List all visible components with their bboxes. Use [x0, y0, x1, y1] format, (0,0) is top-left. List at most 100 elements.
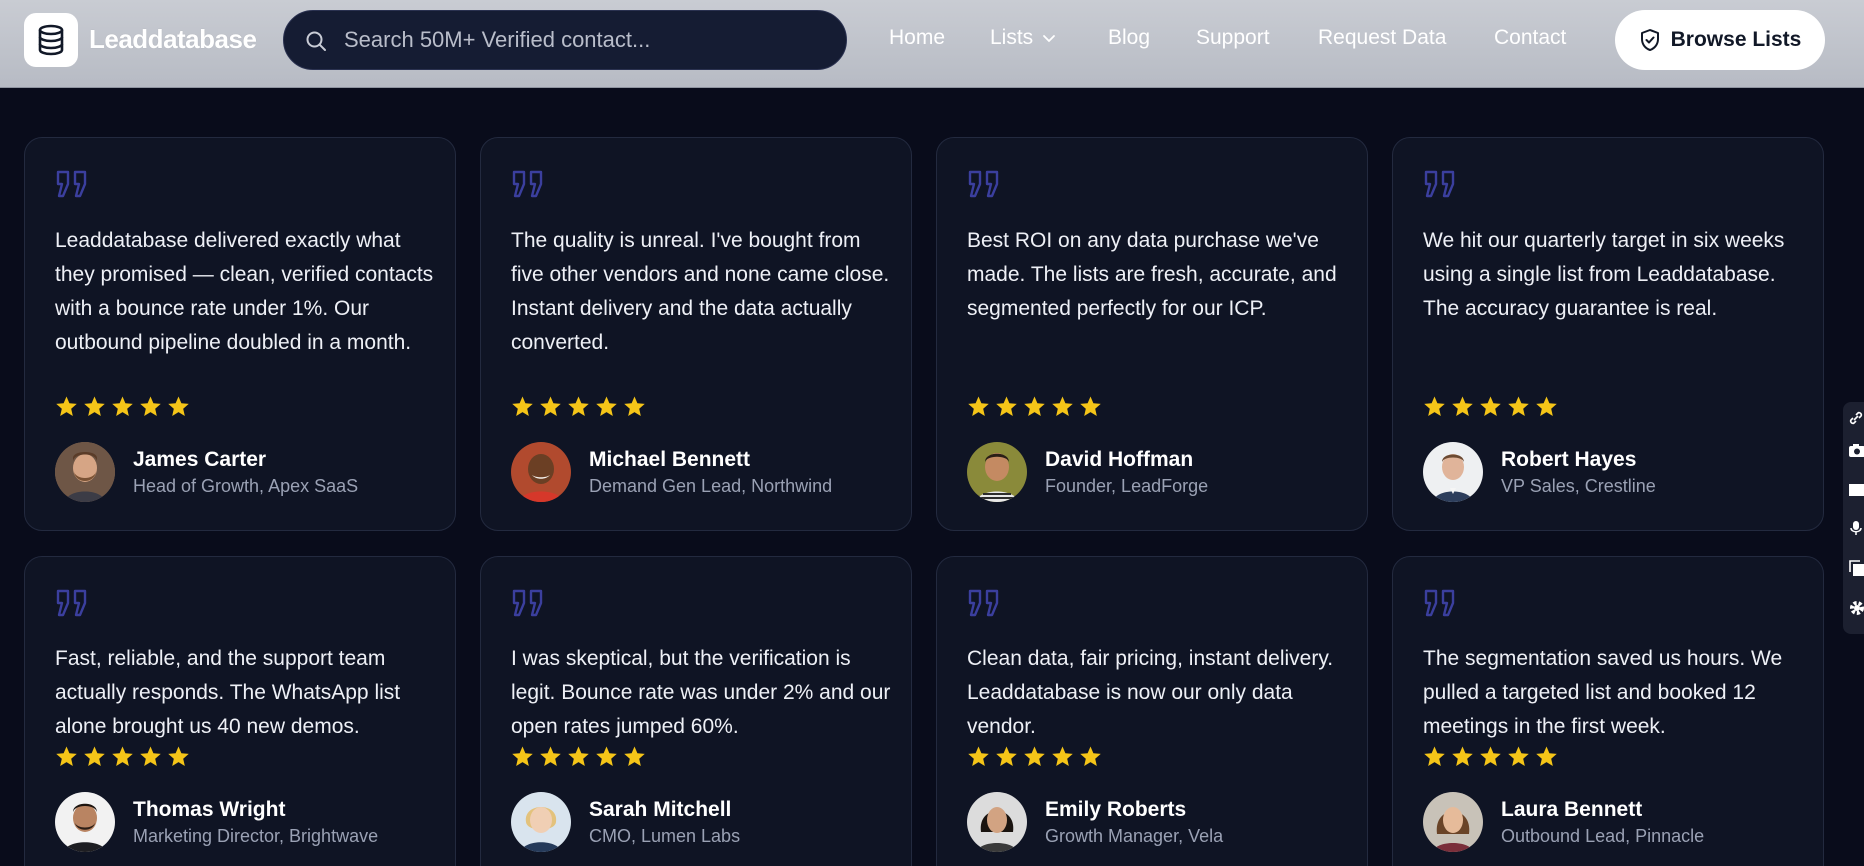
star-icon: [1052, 396, 1073, 416]
nav-support[interactable]: Support: [1196, 26, 1270, 50]
rating-stars: [967, 395, 1102, 418]
person-role: Head of Growth, Apex SaaS: [133, 476, 359, 496]
avatar: [1423, 442, 1483, 502]
person-role: VP Sales, Crestline: [1501, 476, 1656, 496]
star-icon: [540, 396, 561, 416]
search-bar[interactable]: [283, 10, 847, 70]
quote-icon: [1424, 170, 1455, 198]
quote-icon: [56, 589, 87, 617]
nav-request-data[interactable]: Request Data: [1318, 26, 1446, 50]
rating-stars: [1423, 745, 1558, 768]
person-role: Founder, LeadForge: [1045, 476, 1209, 496]
quote-icon: [1424, 589, 1455, 617]
star-icon: [112, 746, 133, 766]
person-name: Thomas Wright: [133, 798, 286, 821]
star-icon: [168, 396, 189, 416]
testimonial-card: Clean data, fair pricing, instant delive…: [936, 556, 1368, 866]
testimonial-text: Fast, reliable, and the support team act…: [55, 647, 401, 738]
star-icon: [1480, 396, 1501, 416]
testimonial-text: Best ROI on any data purchase we've made…: [967, 229, 1337, 320]
testimonial-text: I was skeptical, but the verification is…: [511, 647, 891, 738]
testimonial-card: Fast, reliable, and the support team act…: [24, 556, 456, 866]
person-name: James Carter: [133, 448, 267, 471]
person-name: Emily Roberts: [1045, 798, 1187, 821]
star-icon: [1536, 396, 1557, 416]
star-icon: [996, 396, 1017, 416]
star-icon: [84, 396, 105, 416]
testimonial-card: Best ROI on any data purchase we've made…: [936, 137, 1368, 531]
person-name: Robert Hayes: [1501, 448, 1637, 471]
testimonial-text: We hit our quarterly target in six weeks…: [1423, 229, 1785, 320]
nav-lists-label: Lists: [990, 26, 1034, 49]
quote-icon: [56, 170, 87, 198]
star-icon: [1452, 746, 1473, 766]
search-input[interactable]: [344, 11, 824, 69]
star-icon: [1508, 396, 1529, 416]
star-icon: [140, 396, 161, 416]
testimonial-text: The quality is unreal. I've bought from …: [511, 229, 890, 354]
search-icon: [306, 31, 326, 51]
quote-icon: [512, 589, 543, 617]
star-icon: [1080, 746, 1101, 766]
side-toolbar: [1843, 402, 1864, 634]
logo-text[interactable]: Leaddatabase: [89, 24, 257, 55]
logo-icon[interactable]: [24, 13, 78, 67]
avatar: [511, 792, 571, 852]
person-name: Michael Bennett: [589, 448, 751, 471]
star-icon: [624, 396, 645, 416]
star-icon: [168, 746, 189, 766]
screen-record-icon[interactable]: [1848, 482, 1864, 498]
testimonial-card: I was skeptical, but the verification is…: [480, 556, 912, 866]
shield-icon: [1640, 29, 1659, 51]
rating-stars: [55, 395, 190, 418]
avatar: [55, 792, 115, 852]
testimonial-card: The quality is unreal. I've bought from …: [480, 137, 912, 531]
star-icon: [996, 746, 1017, 766]
star-icon: [624, 746, 645, 766]
person-role: Outbound Lead, Pinnacle: [1501, 826, 1705, 846]
avatar: [967, 442, 1027, 502]
star-icon: [1080, 396, 1101, 416]
rating-stars: [511, 395, 646, 418]
nav-lists[interactable]: Lists: [990, 26, 1057, 50]
link-icon[interactable]: [1848, 410, 1864, 426]
quote-icon: [968, 170, 999, 198]
star-icon: [596, 746, 617, 766]
person-name: Sarah Mitchell: [589, 798, 732, 821]
nav-blog[interactable]: Blog: [1108, 26, 1150, 50]
microphone-icon[interactable]: [1848, 520, 1864, 536]
quote-icon: [968, 589, 999, 617]
star-icon: [1536, 746, 1557, 766]
person-name: David Hoffman: [1045, 448, 1194, 471]
star-icon: [112, 396, 133, 416]
star-icon: [56, 746, 77, 766]
star-icon: [1452, 396, 1473, 416]
star-icon: [540, 746, 561, 766]
chevron-down-icon: [1043, 35, 1056, 43]
star-icon: [568, 746, 589, 766]
nav-home[interactable]: Home: [889, 26, 945, 50]
person-name: Laura Bennett: [1501, 798, 1643, 821]
star-icon: [1024, 396, 1045, 416]
star-icon: [596, 396, 617, 416]
testimonial-card: We hit our quarterly target in six weeks…: [1392, 137, 1824, 531]
star-icon: [512, 746, 533, 766]
copy-icon[interactable]: [1848, 560, 1864, 576]
camera-icon[interactable]: [1848, 442, 1864, 458]
nav-contact[interactable]: Contact: [1494, 26, 1566, 50]
rating-stars: [967, 745, 1102, 768]
browse-lists-button[interactable]: Browse Lists: [1615, 10, 1825, 70]
star-icon: [56, 396, 77, 416]
star-icon: [1480, 746, 1501, 766]
testimonial-card: Leaddatabase delivered exactly what they…: [24, 137, 456, 531]
testimonial-text: The segmentation saved us hours. We pull…: [1423, 647, 1783, 738]
site-header: Leaddatabase Home Lists Blog Support Req…: [0, 0, 1864, 88]
gear-icon[interactable]: [1848, 600, 1864, 616]
star-icon: [1024, 746, 1045, 766]
browse-lists-label: Browse Lists: [1670, 28, 1802, 51]
star-icon: [1424, 746, 1445, 766]
star-icon: [568, 396, 589, 416]
avatar: [511, 442, 571, 502]
star-icon: [84, 746, 105, 766]
star-icon: [1424, 396, 1445, 416]
